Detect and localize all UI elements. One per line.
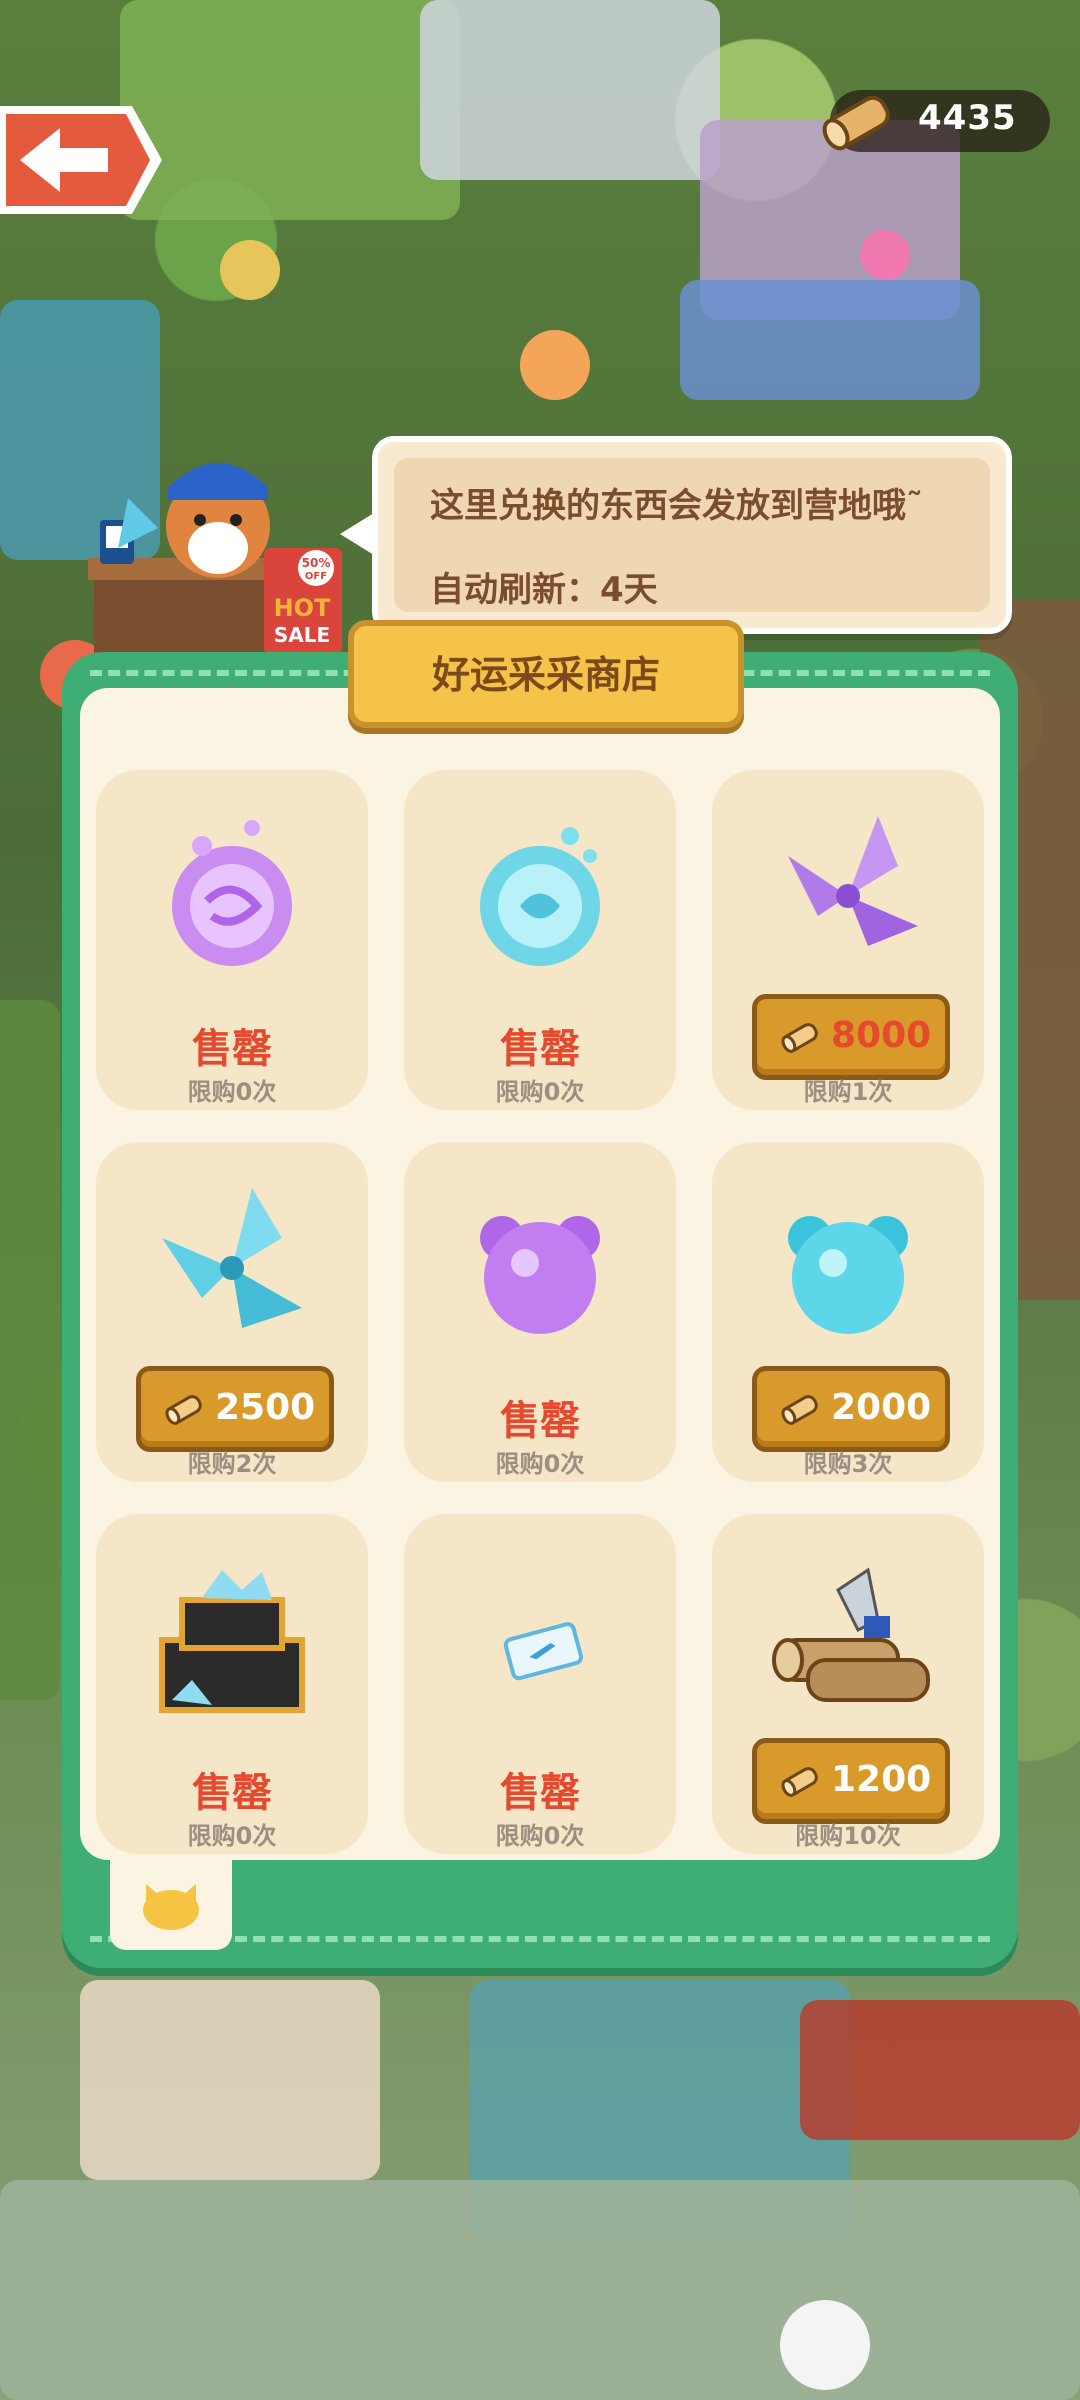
shop-category-tab[interactable] bbox=[110, 1856, 232, 1950]
blue-orb-icon bbox=[480, 827, 600, 966]
wood-log-icon bbox=[822, 95, 890, 151]
buy-button[interactable]: 8000 bbox=[752, 994, 950, 1080]
sold-out-label: 售罄 bbox=[500, 1026, 580, 1072]
shop-item-card[interactable]: 售罄 限购0次 bbox=[404, 770, 676, 1110]
price-value: 8000 bbox=[831, 1015, 932, 1056]
wood-log-icon bbox=[781, 1023, 818, 1053]
wood-log-icon bbox=[165, 1395, 202, 1425]
left-bush-tile bbox=[0, 1000, 60, 1700]
price-value: 2000 bbox=[831, 1387, 932, 1428]
purchase-limit: 限购3次 bbox=[803, 1450, 893, 1478]
purchase-limit: 限购0次 bbox=[495, 1078, 585, 1106]
ticket-icon bbox=[503, 1622, 584, 1681]
greenhouse-tile bbox=[420, 0, 720, 180]
flower bbox=[860, 230, 910, 280]
blue-pinwheel-icon bbox=[162, 1188, 302, 1328]
wood-log-icon bbox=[781, 1395, 818, 1425]
buy-button[interactable]: 2000 bbox=[752, 1366, 950, 1452]
shop-item-card[interactable]: 售罄 限购0次 bbox=[96, 770, 368, 1110]
back-arrow-icon bbox=[0, 106, 162, 214]
shop-item-card[interactable]: 2000 限购3次 bbox=[712, 1142, 984, 1482]
flower-garden-tile bbox=[120, 0, 460, 220]
purchase-limit: 限购0次 bbox=[187, 1078, 277, 1106]
badge-sale: SALE bbox=[274, 623, 330, 647]
price-value: 2500 bbox=[215, 1387, 316, 1428]
pavement-tile bbox=[0, 2180, 1080, 2400]
sold-out-label: 售罄 bbox=[192, 1770, 272, 1816]
purple-bear-orb-icon bbox=[480, 1216, 600, 1334]
gem-chest-icon bbox=[159, 1570, 305, 1713]
purchase-limit: 限购1次 bbox=[803, 1078, 893, 1106]
shop-item-card[interactable]: 2500 限购2次 bbox=[96, 1142, 368, 1482]
auto-refresh-text: 自动刷新：4天 bbox=[430, 570, 658, 610]
purchase-limit: 限购0次 bbox=[495, 1822, 585, 1850]
building-roof-tile bbox=[800, 2000, 1080, 2140]
badge-hot: HOT bbox=[274, 594, 331, 622]
npc-speech-bubble: 这里兑换的东西会发放到营地哦˜ 自动刷新：4天 bbox=[372, 436, 1012, 634]
wood-currency-amount: 4435 bbox=[918, 98, 1017, 138]
flower bbox=[220, 240, 280, 300]
white-cat-figure bbox=[780, 2300, 870, 2390]
back-button[interactable] bbox=[0, 100, 168, 220]
blue-bear-orb-icon bbox=[788, 1216, 908, 1334]
buy-button[interactable]: 1200 bbox=[752, 1738, 950, 1824]
purchase-limit: 限购10次 bbox=[795, 1822, 901, 1850]
purple-orb-icon bbox=[172, 820, 292, 966]
flower-bed-tile-2 bbox=[680, 280, 980, 400]
purchase-limit: 限购0次 bbox=[495, 1450, 585, 1478]
shop-item-card[interactable]: 售罄 限购0次 bbox=[404, 1514, 676, 1854]
hot-sale-badge: 50% OFF HOT SALE bbox=[264, 548, 342, 654]
shop-item-card[interactable]: 售罄 限购0次 bbox=[404, 1142, 676, 1482]
purple-pinwheel-icon bbox=[788, 816, 918, 946]
wood-logs-icon bbox=[772, 1567, 930, 1702]
purchase-limit: 限购0次 bbox=[187, 1822, 277, 1850]
flower bbox=[520, 330, 590, 400]
sold-out-label: 售罄 bbox=[192, 1026, 272, 1072]
delivery-notice-text: 这里兑换的东西会发放到营地哦˜ bbox=[430, 486, 923, 526]
shop-title: 好运采采商店 bbox=[431, 653, 660, 697]
shop-item-card[interactable]: 售罄 限购0次 bbox=[96, 1514, 368, 1854]
house-tile bbox=[80, 1980, 380, 2180]
sold-out-label: 售罄 bbox=[500, 1398, 580, 1444]
shop-item-card[interactable]: 8000 限购1次 bbox=[712, 770, 984, 1110]
shop-item-card[interactable]: 1200 限购10次 bbox=[712, 1514, 984, 1854]
badge-off: OFF bbox=[305, 571, 327, 582]
cat-head-icon bbox=[143, 1884, 199, 1930]
shop-title-plaque: 好运采采商店 bbox=[348, 620, 744, 728]
badge-percent: 50% bbox=[302, 556, 331, 570]
buy-button[interactable]: 2500 bbox=[136, 1366, 334, 1452]
price-value: 1200 bbox=[831, 1759, 932, 1800]
wood-log-icon bbox=[781, 1767, 818, 1797]
purchase-limit: 限购2次 bbox=[187, 1450, 277, 1478]
sold-out-label: 售罄 bbox=[500, 1770, 580, 1816]
